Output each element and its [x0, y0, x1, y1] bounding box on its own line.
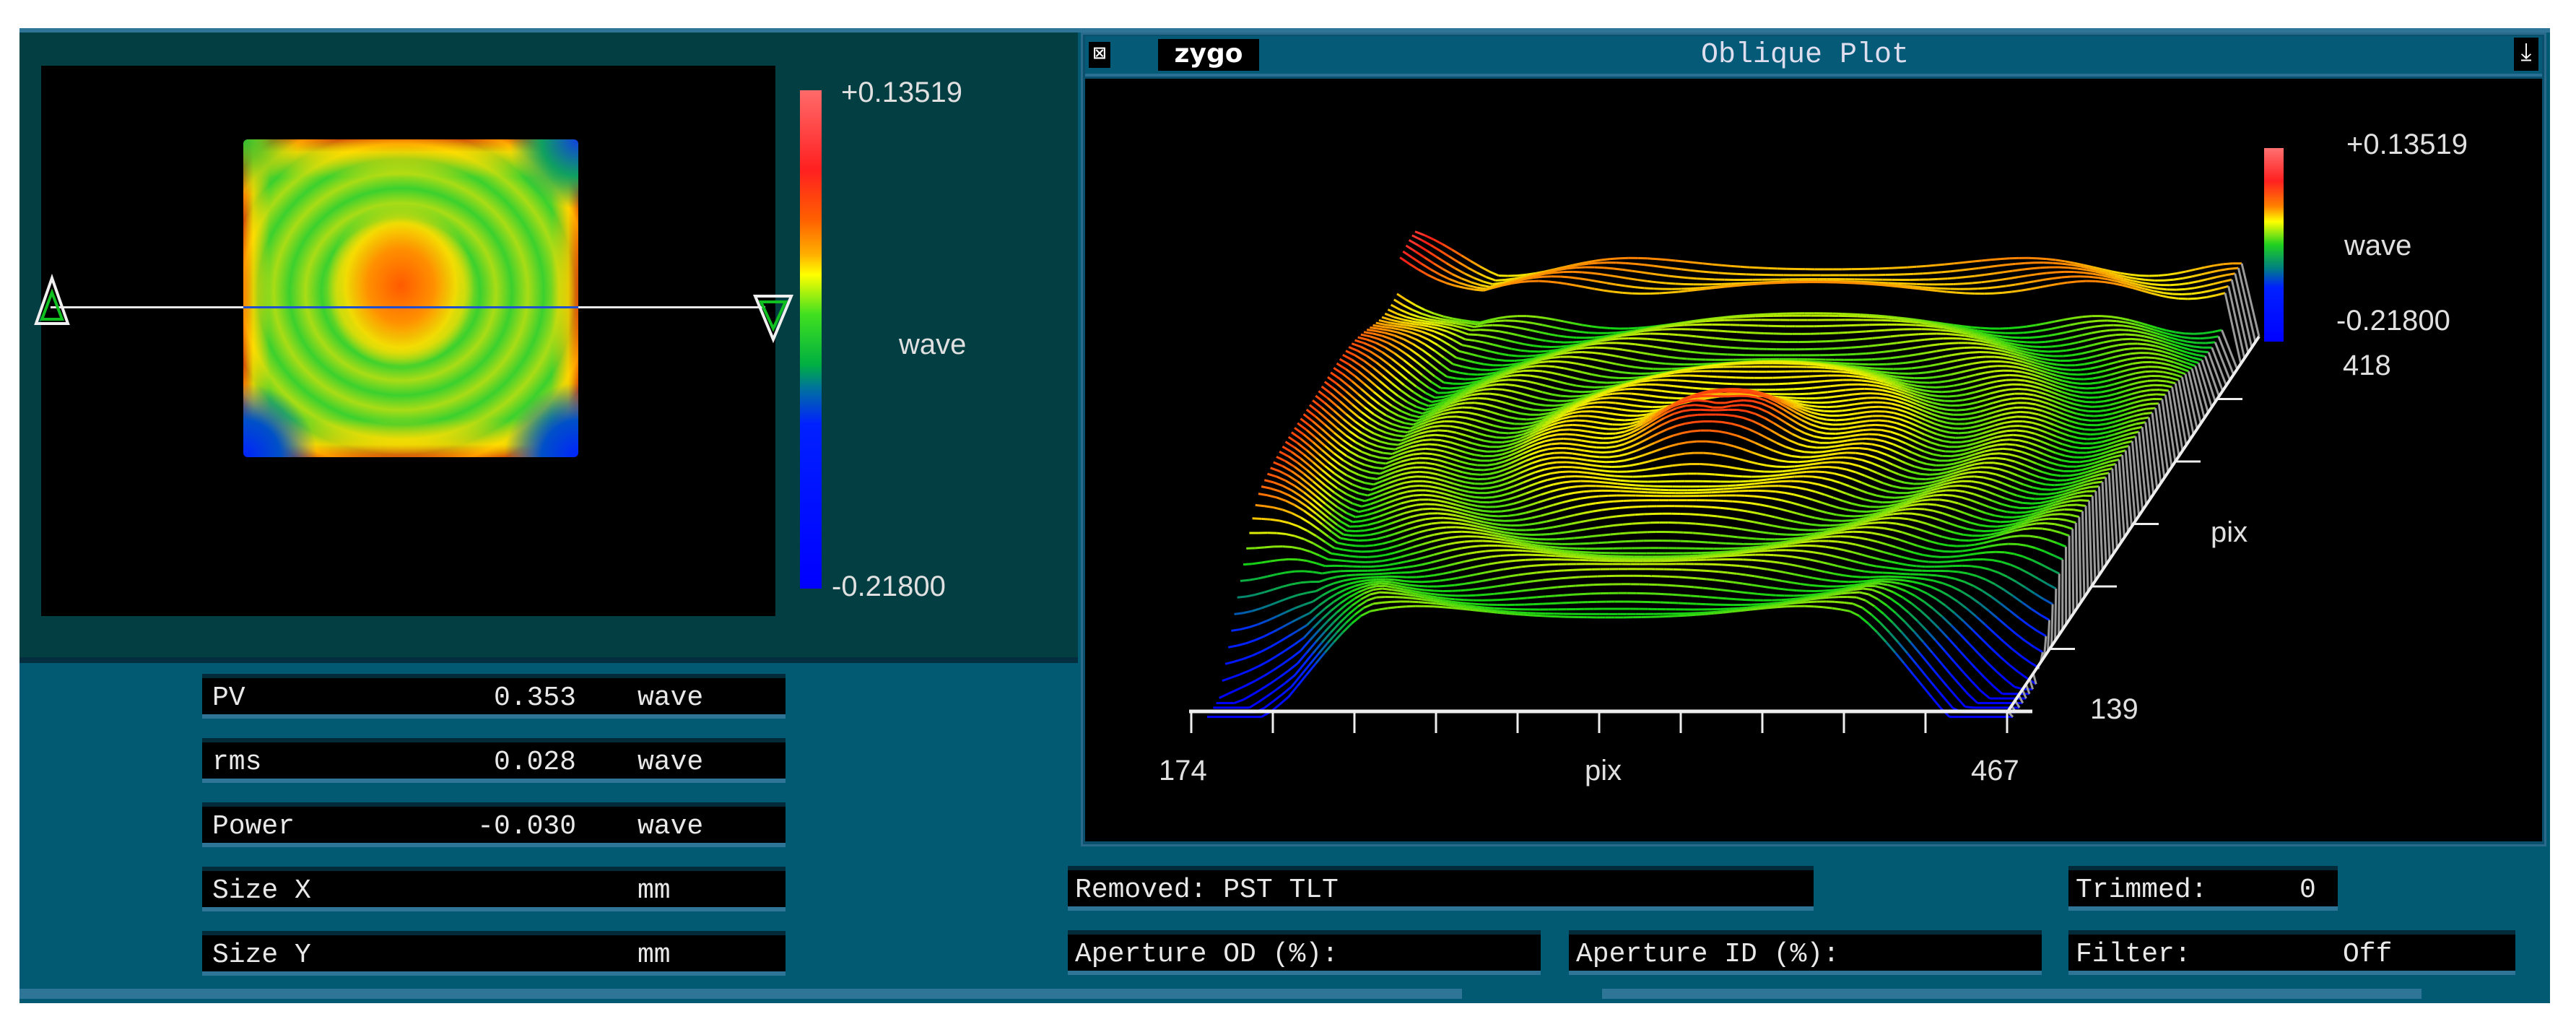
colorbar-min-label: -0.21800: [832, 571, 946, 602]
profile-slice-line-on-part: [243, 306, 578, 308]
close-box-icon[interactable]: ⊠: [1089, 42, 1110, 68]
zygo-logo: zygo: [1158, 39, 1259, 71]
colorbar-max-label: +0.13519: [841, 77, 962, 108]
colorbar-unit-label: wave: [899, 329, 967, 360]
window-title: Oblique Plot: [1700, 39, 1910, 72]
surface-map-image: [243, 139, 578, 457]
oblique-plot-area[interactable]: [1085, 79, 2542, 841]
window-resize-icon[interactable]: ⤓: [2514, 38, 2538, 71]
colorbar: [800, 90, 822, 589]
